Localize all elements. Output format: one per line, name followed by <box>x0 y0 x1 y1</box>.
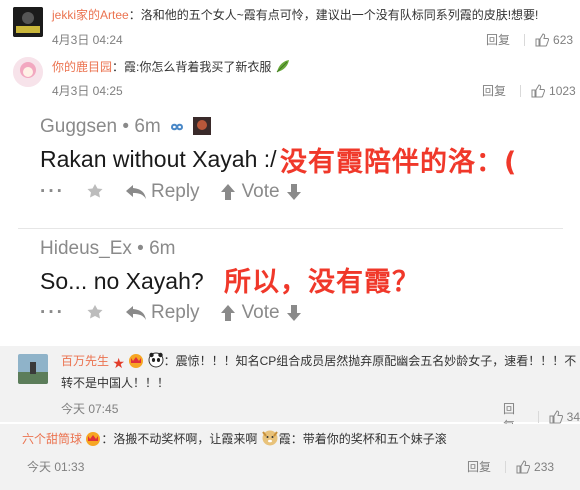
vote-control[interactable]: Vote <box>220 181 302 203</box>
comment-3: 百万先生 ★ ：震惊！！！知名CP组合成员居然抛弃原配幽会五名妙龄女子，速看！！… <box>0 346 580 433</box>
username-link[interactable]: 你的鹿目园 <box>52 60 112 74</box>
more-options-icon[interactable]: ··· <box>40 181 65 203</box>
like-button[interactable]: 1023 <box>531 84 576 98</box>
reply-button[interactable]: 回复 <box>467 458 491 475</box>
avatar-image <box>18 354 48 384</box>
like-count: 233 <box>534 459 555 474</box>
username-link[interactable]: 六个甜筒球 <box>22 432 82 446</box>
vote-control[interactable]: Vote <box>220 302 302 324</box>
reply-label: Reply <box>150 302 200 323</box>
thumbs-up-icon <box>549 410 563 424</box>
comment-date: 今天 01:33 <box>27 460 85 474</box>
like-button[interactable]: 233 <box>516 460 554 474</box>
reply-button[interactable]: Reply <box>125 181 200 203</box>
translation-caption: 所以，没有霞？ <box>224 267 420 298</box>
reply-arrow-icon <box>125 306 146 320</box>
reply-button[interactable]: 回复 <box>482 82 506 99</box>
comment-actions: 回复 1023 <box>482 82 576 99</box>
award-icon[interactable] <box>85 303 105 323</box>
avatar[interactable] <box>13 57 43 87</box>
reddit-author[interactable]: Guggsen <box>40 116 117 137</box>
reddit-time: 6m <box>149 238 176 259</box>
thumbs-up-icon <box>531 83 546 97</box>
vote-label: Vote <box>241 181 280 202</box>
flair-infinity-icon <box>171 123 184 131</box>
comment-4: 六个甜筒球 ：洛搬不动奖杯啊，让霞来啊 霞：带着你的奖杯和五个妹子滚 今天 01… <box>0 424 580 490</box>
comment-text: jekki家的Artee：洛和他的五个女人~霞有点可怜，建议出一个没有队标同系列… <box>52 6 538 24</box>
star-emoji-icon: ★ <box>112 355 125 371</box>
crown-emoji-icon <box>129 354 144 368</box>
upvote-arrow-icon[interactable] <box>220 304 236 322</box>
leaf-emoji-icon <box>276 60 289 73</box>
comment-1: jekki家的Artee：洛和他的五个女人~霞有点可怜，建议出一个没有队标同系列… <box>0 0 580 52</box>
comment-2: 你的鹿目园：霞:你怎么背着我买了新衣服 4月3日 04:25 回复 1023 <box>0 52 580 100</box>
translation-caption: 没有霞陪伴的洛：( <box>280 147 518 178</box>
upvote-arrow-icon[interactable] <box>220 183 236 201</box>
like-count: 34 <box>566 410 580 424</box>
reddit-comment-2: Hideus_Ex • 6m So... no Xayah? 所以，没有霞？ ·… <box>18 232 563 342</box>
reddit-author[interactable]: Hideus_Ex <box>40 238 132 259</box>
divider <box>537 411 539 423</box>
flair-avatar-icon <box>193 117 212 135</box>
like-button[interactable]: 34 <box>549 410 580 424</box>
reddit-comment-1: Guggsen • 6m Rakan without Xayah :/ 没有霞陪… <box>18 106 563 221</box>
like-count: 623 <box>553 32 574 47</box>
panda-emoji-icon <box>148 352 164 368</box>
comment-text: 百万先生 ★ ：震惊！！！知名CP组合成员居然抛弃原配幽会五名妙龄女子，速看！！… <box>61 352 576 372</box>
reply-button[interactable]: 回复 <box>486 31 510 48</box>
avatar-image <box>13 57 43 87</box>
username-link[interactable]: jekki家的Artee <box>52 8 129 22</box>
vote-label: Vote <box>241 302 280 323</box>
comment-actions: 回复 233 <box>467 458 554 475</box>
reply-arrow-icon <box>125 185 146 199</box>
reddit-body: So... no Xayah? <box>40 268 204 294</box>
award-icon[interactable] <box>85 182 105 202</box>
avatar[interactable] <box>18 354 48 384</box>
comment-body: ：震惊！！！知名CP组合成员居然抛弃原配幽会五名妙龄女子，速看！！！不 <box>163 354 577 368</box>
comment-date: 今天 07:45 <box>61 402 119 416</box>
reddit-author-line: Guggsen • 6m <box>40 116 212 138</box>
comment-text: 你的鹿目园：霞:你怎么背着我买了新衣服 <box>52 58 291 76</box>
like-button[interactable]: 623 <box>535 33 573 47</box>
downvote-arrow-icon[interactable] <box>286 304 302 322</box>
like-count: 1023 <box>549 83 576 98</box>
thumbs-up-icon <box>535 32 550 46</box>
reddit-time: 6m <box>134 116 161 137</box>
reddit-actions: ··· Reply Vote <box>40 302 322 324</box>
comment-text-line2: 转不是中国人！！！ <box>61 376 170 390</box>
more-options-icon[interactable]: ··· <box>40 302 65 324</box>
doge-emoji-icon <box>261 430 278 446</box>
username-link[interactable]: 百万先生 <box>61 354 109 368</box>
reply-button[interactable]: Reply <box>125 302 200 324</box>
crown-emoji-icon <box>86 432 101 446</box>
comment-text: 六个甜筒球 ：洛搬不动奖杯啊，让霞来啊 霞：带着你的奖杯和五个妹子滚 <box>22 428 447 448</box>
comment-date: 4月3日 04:24 <box>52 33 123 47</box>
reply-label: Reply <box>150 181 200 202</box>
reddit-actions: ··· Reply Vote <box>40 181 322 203</box>
comment-body-2: 霞：带着你的奖杯和五个妹子滚 <box>278 432 447 446</box>
divider <box>520 84 522 97</box>
avatar-image <box>13 7 43 37</box>
reddit-author-line: Hideus_Ex • 6m <box>40 238 176 259</box>
comment-body: ：霞:你怎么背着我买了新衣服 <box>112 60 272 74</box>
comment-date: 4月3日 04:25 <box>52 84 123 98</box>
divider <box>524 33 526 46</box>
comment-body: ：洛搬不动奖杯啊，让霞来啊 <box>101 432 258 446</box>
avatar[interactable] <box>13 7 43 37</box>
comment-body: ：洛和他的五个女人~霞有点可怜，建议出一个没有队标同系列霞的皮肤!想要! <box>128 8 539 22</box>
divider <box>505 460 507 473</box>
reddit-body: Rakan without Xayah :/ <box>40 146 277 172</box>
comment-actions: 回复 623 <box>486 31 573 48</box>
downvote-arrow-icon[interactable] <box>286 183 302 201</box>
card-divider <box>18 228 563 229</box>
thumbs-up-icon <box>516 459 531 473</box>
